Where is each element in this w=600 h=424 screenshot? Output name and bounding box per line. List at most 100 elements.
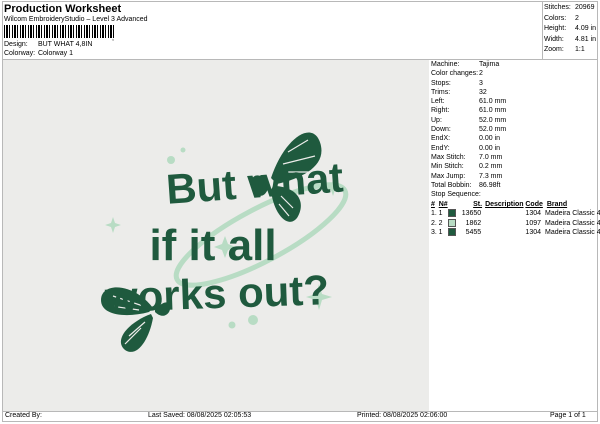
software-subtitle: Wilcom EmbroideryStudio – Level 3 Advanc… [4,16,148,23]
info-value: 32 [479,88,487,96]
row-n: 1 [438,229,443,237]
sparkle-icon [105,217,121,233]
info-value: 61.0 mm [479,107,507,115]
page-number: Page 1 of 1 [550,412,586,419]
info-row: Stops: 3 [431,79,597,88]
bubble [167,156,175,164]
row-code: 1304 [525,210,541,218]
summary-label: Height: [544,25,567,32]
colorway-label: Colorway: [4,50,36,57]
footer-separator [2,411,598,412]
summary-panel: Stitches: 20969 Colors: 2 Height: 4.09 in W… [544,3,596,56]
info-label: Down: [431,126,451,134]
info-label: Color changes: [431,70,479,78]
table-row: 1. 1 13650 1304 Madeira Classic 40 [431,209,600,219]
info-label: EndX: [431,135,451,143]
created-by: Created By: [5,412,42,419]
info-label: Left: [431,98,445,106]
info-value: 52.0 mm [479,116,507,124]
colorway-row: Colorway: Colorway 1 [4,50,73,57]
info-row: Max Stitch: 7.0 mm [431,153,597,162]
row-desc [484,219,522,229]
row-code: 1097 [525,219,541,227]
design-line-2: if it all [149,221,276,270]
row-stitches: 5455 [465,229,482,237]
header-divider [542,1,543,59]
row-desc [484,228,522,238]
color-swatch [448,218,457,227]
info-label: Up: [431,116,442,124]
table-row: 2. 2 1862 1097 Madeira Classic 40 [431,218,600,229]
info-value: Tajima [479,61,500,68]
summary-row: Zoom: 1:1 [544,45,596,56]
info-row: Total Bobbin: 86.98ft [431,181,597,190]
row-num: 2. [431,219,437,227]
row-brand: Madeira Classic 40 [545,219,600,227]
col-desc: Description [485,201,524,209]
info-row: Machine: Tajima [431,60,597,69]
bubble [180,147,186,153]
info-value: 7.0 mm [479,153,503,161]
info-row: Left: 61.0 mm [431,97,597,106]
page-title: Production Worksheet [4,3,122,15]
row-desc [484,209,522,219]
machine-info-panel: Machine: Tajima Color changes: 2 Stops: 3 T… [431,60,600,238]
info-value: 52.0 mm [479,126,507,134]
info-value: 0.2 mm [479,163,503,171]
summary-row: Height: 4.09 in [544,24,596,35]
row-brand: Madeira Classic 40 [545,210,600,218]
color-swatch [448,209,457,218]
row-num: 3. [431,229,437,237]
info-row: Trims: 32 [431,88,597,97]
summary-row: Stitches: 20969 [544,3,596,14]
info-label: Min Stitch: [431,163,464,171]
row-num: 1. [431,210,437,218]
info-row: Min Stitch: 0.2 mm [431,162,597,171]
info-row: EndY: 0.00 in [431,144,597,153]
summary-label: Width: [544,35,564,43]
bubble [228,321,236,329]
info-row: Color changes: 2 [431,69,597,78]
row-code: 1304 [525,229,541,237]
row-stitches: 13650 [461,210,482,218]
info-row: Up: 52.0 mm [431,116,597,125]
row-n: 2 [438,219,443,227]
info-label: Max Jump: [431,172,466,180]
bubble [248,315,258,325]
info-row: Max Jump: 7.3 mm [431,172,597,181]
col-brand: Brand [546,201,568,209]
color-swatch [448,228,457,237]
summary-value: 1:1 [575,46,585,53]
info-value: 3 [479,79,483,87]
info-value: 61.0 mm [479,98,507,106]
info-row: Right: 61.0 mm [431,106,597,115]
embroidery-design: But what if it all works out? [101,132,349,352]
row-n: 1 [438,210,443,218]
info-value: 2 [479,70,483,78]
info-value: 0.00 in [479,135,501,143]
info-label: Machine: [431,61,460,68]
info-label: Right: [431,107,450,115]
col-num: # [431,201,435,209]
design-row: Design: BUT WHAT 4,8IN [4,41,92,48]
summary-label: Colors: [544,14,567,22]
col-st: St. [473,201,483,209]
summary-row: Width: 4.81 in [544,35,596,46]
stop-sequence-title: Stop Sequence: [431,191,481,199]
design-label: Design: [4,41,28,48]
row-stitches: 1862 [465,219,482,227]
info-value: 0.00 in [479,144,501,152]
design-line-3: works out? [103,266,330,321]
table-row: 3. 1 5455 1304 Madeira Classic 40 [431,228,600,238]
info-label: Max Stitch: [431,153,466,161]
last-saved: Last Saved: 08/08/2025 02:05:53 [148,412,252,419]
row-brand: Madeira Classic 40 [545,229,600,237]
design-line-1: But what [165,154,345,213]
info-value: 86.98ft [479,181,501,189]
info-label: Trims: [431,88,451,96]
summary-row: Colors: 2 [544,14,596,25]
summary-value: 2 [575,14,579,22]
barcode-mark: , [112,35,114,42]
summary-value: 4.81 in [575,35,597,43]
info-label: EndY: [431,144,450,152]
